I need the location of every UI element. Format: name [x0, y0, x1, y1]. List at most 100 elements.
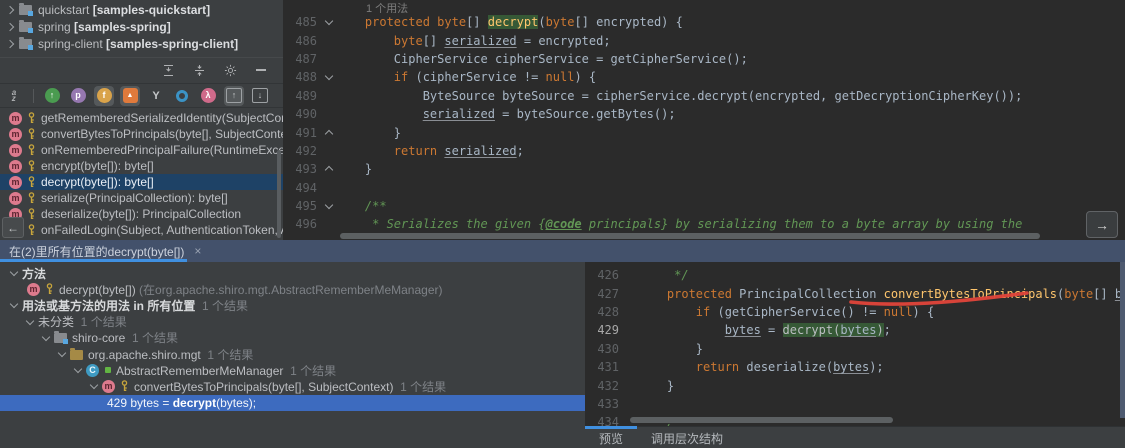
- vertical-scrollbar[interactable]: [1120, 262, 1125, 418]
- project-tree-item[interactable]: spring-client [samples-spring-client]: [0, 35, 283, 52]
- forward-arrow-button[interactable]: →: [1086, 211, 1118, 238]
- show-fields-icon[interactable]: f: [94, 85, 114, 106]
- close-icon[interactable]: ×: [194, 244, 201, 258]
- code-line[interactable]: 495 /**: [283, 197, 1125, 215]
- show-inherited-icon[interactable]: ↑: [42, 86, 62, 106]
- chevron-down-icon[interactable]: [9, 267, 19, 277]
- code-token: bytes: [724, 323, 761, 338]
- key-icon: [27, 144, 36, 156]
- fold-marker-icon[interactable]: [322, 129, 336, 138]
- usage-tree-row[interactable]: 未分类 1 个结果: [0, 314, 585, 330]
- code-line[interactable]: 428 if (getCipherService() != null) {: [585, 303, 1125, 321]
- structure-method-row[interactable]: m serialize(PrincipalCollection): byte[]: [0, 190, 283, 206]
- preview-tab[interactable]: 预览: [585, 426, 638, 448]
- chevron-right-icon[interactable]: [5, 39, 15, 48]
- usage-tree-row[interactable]: 方法: [0, 265, 585, 281]
- preview-editor[interactable]: 426 */427 protected PrincipalCollection …: [585, 262, 1125, 426]
- show-lambdas-icon[interactable]: λ: [198, 86, 218, 106]
- method-signature: deserialize(byte[]): PrincipalCollection: [41, 207, 242, 221]
- fold-marker-icon[interactable]: [322, 200, 336, 210]
- code-line[interactable]: 427 protected PrincipalCollection conver…: [585, 284, 1125, 302]
- usage-tree-row[interactable]: 用法或基方法的用法 in 所有位置 1 个结果: [0, 297, 585, 313]
- horizontal-scrollbar[interactable]: [630, 417, 893, 423]
- chevron-down-icon[interactable]: [25, 316, 35, 325]
- project-tree-item[interactable]: spring [samples-spring]: [0, 18, 283, 35]
- module-icon: [54, 331, 68, 345]
- chevron-right-icon[interactable]: [5, 22, 15, 31]
- autoscroll-from-source-icon[interactable]: ↓: [250, 86, 270, 106]
- expand-all-icon[interactable]: [160, 62, 176, 78]
- code-token: (cipherService !=: [408, 70, 546, 85]
- module-icon: [19, 3, 33, 16]
- code-line[interactable]: 487 CipherService cipherService = getCip…: [283, 50, 1125, 68]
- chevron-down-icon[interactable]: [89, 381, 99, 390]
- code-line[interactable]: 486 byte[] serialized = encrypted;: [283, 31, 1125, 49]
- code-line[interactable]: 488 if (cipherService != null) {: [283, 68, 1125, 86]
- collapse-all-icon[interactable]: [191, 62, 207, 78]
- chevron-up-icon[interactable]: [324, 129, 334, 138]
- chevron-down-icon[interactable]: [57, 348, 67, 358]
- code-line[interactable]: 492 return serialized;: [283, 142, 1125, 160]
- structure-method-row[interactable]: m deserialize(byte[]): PrincipalCollectio…: [0, 206, 283, 222]
- code-line[interactable]: 429 bytes = decrypt(bytes);: [585, 321, 1125, 339]
- usage-tree-row[interactable]: shiro-core 1 个结果: [0, 330, 585, 346]
- project-tree: quickstart [samples-quickstart] spring [s…: [0, 1, 283, 52]
- chevron-down-icon[interactable]: [324, 72, 334, 81]
- group-methods-icon[interactable]: Y: [146, 86, 166, 106]
- back-arrow-button[interactable]: ←: [2, 217, 24, 238]
- usage-inlay-hint[interactable]: 1 个用法: [366, 3, 408, 13]
- horizontal-scrollbar[interactable]: [340, 233, 1040, 239]
- code-token: byte: [437, 15, 467, 30]
- tree-label: 1 个结果: [200, 347, 254, 362]
- chevron-down-icon[interactable]: [324, 200, 334, 210]
- fold-marker-icon[interactable]: [322, 72, 336, 81]
- preview-tab[interactable]: 调用层次结构: [637, 427, 737, 448]
- code-line[interactable]: 490 serialized = byteSource.getBytes();: [283, 105, 1125, 123]
- code-line[interactable]: 493 }: [283, 160, 1125, 178]
- code-line[interactable]: 433: [585, 395, 1125, 413]
- code-line[interactable]: 494: [283, 179, 1125, 197]
- code-token: return: [638, 360, 740, 375]
- usage-tree-row[interactable]: m convertBytesToPrincipals(byte[], Subjec…: [0, 378, 585, 394]
- code-line[interactable]: 431 return deserialize(bytes);: [585, 358, 1125, 376]
- project-tree-item[interactable]: quickstart [samples-quickstart]: [0, 1, 283, 18]
- show-properties-icon[interactable]: p: [68, 86, 88, 106]
- chevron-down-icon[interactable]: [324, 16, 334, 26]
- structure-method-row[interactable]: m getRememberedSerializedIdentity(Subject…: [0, 110, 283, 126]
- structure-method-row[interactable]: m encrypt(byte[]): byte[]: [0, 158, 283, 174]
- chevron-up-icon[interactable]: [324, 166, 334, 175]
- usage-tree-row[interactable]: 429 bytes = decrypt(bytes);: [0, 394, 585, 411]
- chevron-right-icon[interactable]: [5, 5, 15, 14]
- code-line[interactable]: 489 ByteSource byteSource = cipherServic…: [283, 87, 1125, 105]
- show-visibility-icon[interactable]: [172, 86, 192, 106]
- structure-method-row[interactable]: m onRememberedPrincipalFailure(RuntimeExc…: [0, 142, 283, 158]
- code-token: = encrypted;: [516, 33, 611, 48]
- show-anonymous-classes-icon[interactable]: ▲: [120, 85, 140, 106]
- hide-panel-icon[interactable]: [253, 62, 269, 78]
- tree-label: decrypt: [172, 395, 217, 410]
- settings-gear-icon[interactable]: [222, 62, 238, 78]
- code-line[interactable]: 432 }: [585, 376, 1125, 394]
- usage-tree-row[interactable]: org.apache.shiro.mgt 1 个结果: [0, 346, 585, 362]
- code-line[interactable]: 491 }: [283, 123, 1125, 141]
- sort-alphabetically-icon[interactable]: az: [5, 86, 25, 106]
- code-lines: 426 */427 protected PrincipalCollection …: [585, 266, 1125, 426]
- structure-method-row[interactable]: m convertBytesToPrincipals(byte[], Subjec…: [0, 126, 283, 142]
- package-icon: [70, 347, 83, 360]
- usage-tree-row[interactable]: m decrypt(byte[]) (在org.apache.shiro.mgt.…: [0, 281, 585, 297]
- chevron-down-icon[interactable]: [9, 300, 19, 309]
- structure-method-row[interactable]: monFailedLogin(Subject, AuthenticationTo…: [0, 222, 283, 238]
- chevron-down-icon[interactable]: [73, 364, 83, 374]
- code-line[interactable]: 485 protected byte[] decrypt(byte[] encr…: [283, 13, 1125, 31]
- code-line[interactable]: 430 }: [585, 340, 1125, 358]
- structure-scrollbar[interactable]: [277, 150, 281, 238]
- chevron-down-icon[interactable]: [41, 332, 51, 342]
- fold-marker-icon[interactable]: [322, 16, 336, 26]
- structure-method-row[interactable]: m decrypt(byte[]): byte[]: [0, 174, 283, 190]
- key-icon: [27, 128, 36, 140]
- autoscroll-to-source-icon[interactable]: ↑: [224, 85, 244, 106]
- usage-tree-row[interactable]: C AbstractRememberMeManager 1 个结果: [0, 362, 585, 378]
- code-line[interactable]: 426 */: [585, 266, 1125, 284]
- fold-marker-icon[interactable]: [322, 165, 336, 175]
- main-code-editor[interactable]: 1 个用法 485 protected byte[] decrypt(byte[]…: [283, 0, 1125, 240]
